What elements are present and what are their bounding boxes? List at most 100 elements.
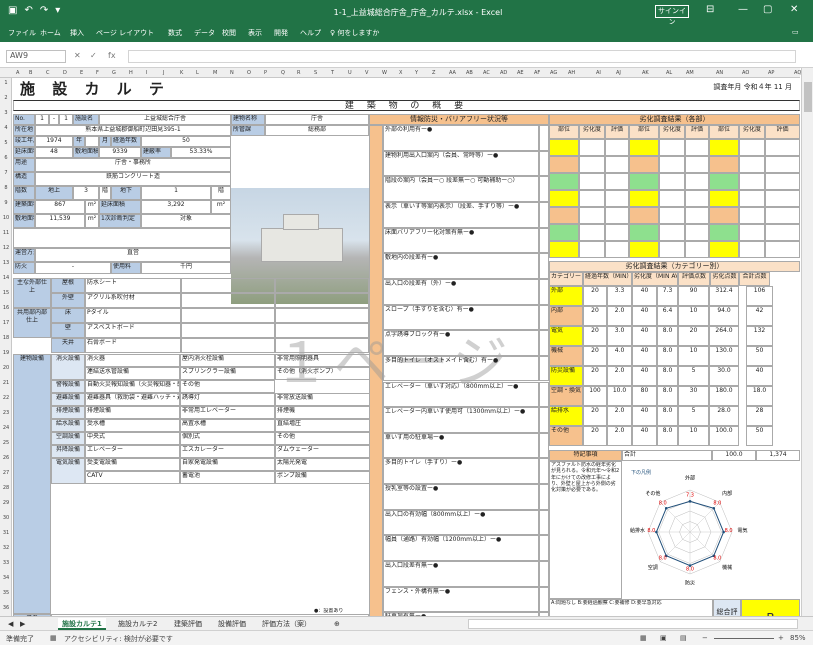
column-header[interactable]: Q	[281, 70, 285, 76]
row-header[interactable]: 25	[1, 440, 11, 446]
accessibility-status[interactable]: アクセシビリティ: 検討が必要です	[64, 634, 173, 644]
column-header[interactable]: B	[29, 70, 32, 76]
row-header[interactable]: 23	[1, 410, 11, 416]
save-icon[interactable]: ▣	[8, 5, 17, 16]
column-header[interactable]: Y	[415, 70, 418, 76]
row-header[interactable]: 3	[1, 110, 11, 116]
minimize-button[interactable]: —	[738, 4, 748, 15]
column-header[interactable]: G	[112, 70, 116, 76]
row-header[interactable]: 33	[1, 560, 11, 566]
tab-next-icon[interactable]: ▶	[16, 618, 29, 630]
normal-view-icon[interactable]: ▦	[640, 634, 647, 642]
row-header[interactable]: 26	[1, 455, 11, 461]
column-header[interactable]: K	[180, 70, 183, 76]
column-header[interactable]: AE	[517, 70, 524, 76]
row-header[interactable]: 27	[1, 470, 11, 476]
row-header[interactable]: 6	[1, 155, 11, 161]
column-header[interactable]: S	[314, 70, 317, 76]
column-header[interactable]: AK	[642, 70, 649, 76]
tab-developer[interactable]: 開発	[274, 28, 288, 38]
column-header[interactable]: AA	[449, 70, 456, 76]
row-header[interactable]: 15	[1, 290, 11, 296]
sheet-tab-3[interactable]: 建築評価	[170, 618, 206, 630]
row-header[interactable]: 7	[1, 170, 11, 176]
row-header[interactable]: 13	[1, 260, 11, 266]
tab-formulas[interactable]: 数式	[168, 28, 182, 38]
tab-review[interactable]: 校閲	[222, 28, 236, 38]
column-header[interactable]: V	[365, 70, 368, 76]
tab-view[interactable]: 表示	[248, 28, 262, 38]
column-header[interactable]: AO	[742, 70, 749, 76]
column-header[interactable]: AP	[768, 70, 774, 76]
row-header[interactable]: 21	[1, 380, 11, 386]
column-header[interactable]: T	[331, 70, 334, 76]
column-header[interactable]: D	[63, 70, 67, 76]
row-header[interactable]: 22	[1, 395, 11, 401]
row-header[interactable]: 10	[1, 215, 11, 221]
page-layout-icon[interactable]: ▣	[660, 634, 667, 642]
row-header[interactable]: 12	[1, 245, 11, 251]
enter-icon[interactable]: ✓	[90, 51, 97, 60]
ribbon-display-icon[interactable]: ⊟	[706, 4, 714, 15]
add-sheet-button[interactable]: ⊕	[330, 618, 344, 630]
column-header[interactable]: O	[247, 70, 251, 76]
page-break-icon[interactable]: ▤	[680, 634, 687, 642]
column-header[interactable]: F	[96, 70, 99, 76]
tab-home[interactable]: ホーム	[40, 28, 61, 38]
column-header[interactable]: P	[264, 70, 267, 76]
row-header[interactable]: 32	[1, 545, 11, 551]
comment-icon[interactable]: ▭	[792, 28, 799, 36]
row-header[interactable]: 18	[1, 335, 11, 341]
row-header[interactable]: 9	[1, 200, 11, 206]
scroll-thumb[interactable]	[804, 82, 812, 112]
vertical-scrollbar[interactable]	[801, 68, 813, 616]
zoom-in-icon[interactable]: +	[778, 634, 784, 642]
column-header[interactable]: A	[16, 70, 19, 76]
row-header[interactable]: 4	[1, 125, 11, 131]
column-header[interactable]: AN	[716, 70, 723, 76]
row-header[interactable]: 11	[1, 230, 11, 236]
zoom-out-icon[interactable]: −	[702, 634, 708, 642]
column-header[interactable]: AJ	[616, 70, 621, 76]
macro-icon[interactable]: ▦	[50, 634, 57, 642]
row-header[interactable]: 28	[1, 485, 11, 491]
signin-button[interactable]: サインイン	[655, 5, 689, 26]
close-button[interactable]: ✕	[790, 4, 798, 15]
row-header[interactable]: 8	[1, 185, 11, 191]
column-header[interactable]: AG	[550, 70, 557, 76]
zoom-level[interactable]: 85%	[790, 634, 806, 642]
column-header[interactable]: M	[213, 70, 217, 76]
column-header[interactable]: U	[348, 70, 352, 76]
column-header[interactable]: H	[129, 70, 133, 76]
worksheet[interactable]: 施 設 カ ル テ 調査年月 令和４年 11 月 建 築 物 の 概 要 No.…	[13, 78, 800, 638]
row-header[interactable]: 19	[1, 350, 11, 356]
undo-icon[interactable]: ↶	[24, 5, 32, 16]
tab-insert[interactable]: 挿入	[70, 28, 84, 38]
name-box[interactable]: AW9	[6, 50, 66, 63]
column-header[interactable]: E	[80, 70, 83, 76]
row-header[interactable]: 20	[1, 365, 11, 371]
column-header[interactable]: L	[196, 70, 199, 76]
sheet-tab-1[interactable]: 施設カルテ1	[58, 618, 106, 630]
sheet-tab-4[interactable]: 設備評価	[214, 618, 250, 630]
column-header[interactable]: R	[297, 70, 300, 76]
column-header[interactable]: AF	[534, 70, 540, 76]
row-header[interactable]: 14	[1, 275, 11, 281]
column-header[interactable]: J	[163, 70, 164, 76]
row-header[interactable]: 30	[1, 515, 11, 521]
column-header[interactable]: AC	[483, 70, 490, 76]
formula-input[interactable]	[128, 50, 796, 63]
column-header[interactable]: AL	[666, 70, 672, 76]
tab-help[interactable]: ヘルプ	[300, 28, 321, 38]
column-header[interactable]: AM	[686, 70, 694, 76]
row-header[interactable]: 2	[1, 95, 11, 101]
redo-icon[interactable]: ↷	[40, 5, 48, 16]
column-header[interactable]: AB	[466, 70, 473, 76]
row-header[interactable]: 34	[1, 575, 11, 581]
column-header[interactable]: X	[399, 70, 402, 76]
row-header[interactable]: 24	[1, 425, 11, 431]
tab-file[interactable]: ファイル	[8, 28, 36, 38]
row-header[interactable]: 29	[1, 500, 11, 506]
column-header[interactable]: AH	[568, 70, 575, 76]
row-header[interactable]: 16	[1, 305, 11, 311]
